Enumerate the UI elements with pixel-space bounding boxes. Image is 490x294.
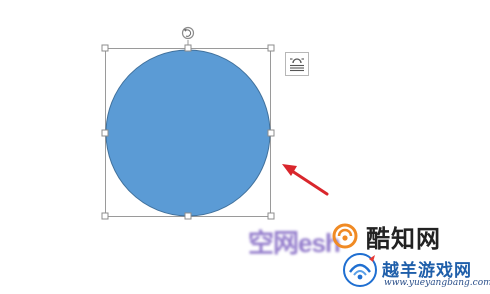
layout-options-icon [290,58,304,72]
resize-handle-bottom-right[interactable] [267,212,275,220]
resize-handle-left[interactable] [101,129,109,137]
document-canvas: 空网esh 酷知网 越羊游戏网 www.yueyangbang.com [0,0,490,294]
red-arrow-icon [282,164,329,196]
kuzhi-logo-icon [332,223,358,249]
yueyang-watermark-url: www.yueyangbang.com [384,278,490,288]
yueyang-watermark: 越羊游戏网 www.yueyangbang.com [342,250,490,294]
resize-handle-right[interactable] [267,129,275,137]
blurred-watermark-text: 空网esh [248,228,341,258]
layout-options-button[interactable] [285,52,309,76]
resize-handle-bottom-left[interactable] [101,212,109,220]
yueyang-logo-icon [343,253,377,287]
rotate-handle-icon[interactable] [181,26,195,40]
resize-handle-top-right[interactable] [267,44,275,52]
circle-shape[interactable] [105,49,271,217]
kuzhi-watermark: 酷知网 [330,218,441,254]
resize-handle-top-left[interactable] [101,44,109,52]
resize-handle-bottom[interactable] [184,212,192,220]
kuzhi-watermark-text: 酷知网 [366,224,441,253]
resize-handle-top[interactable] [184,44,192,52]
